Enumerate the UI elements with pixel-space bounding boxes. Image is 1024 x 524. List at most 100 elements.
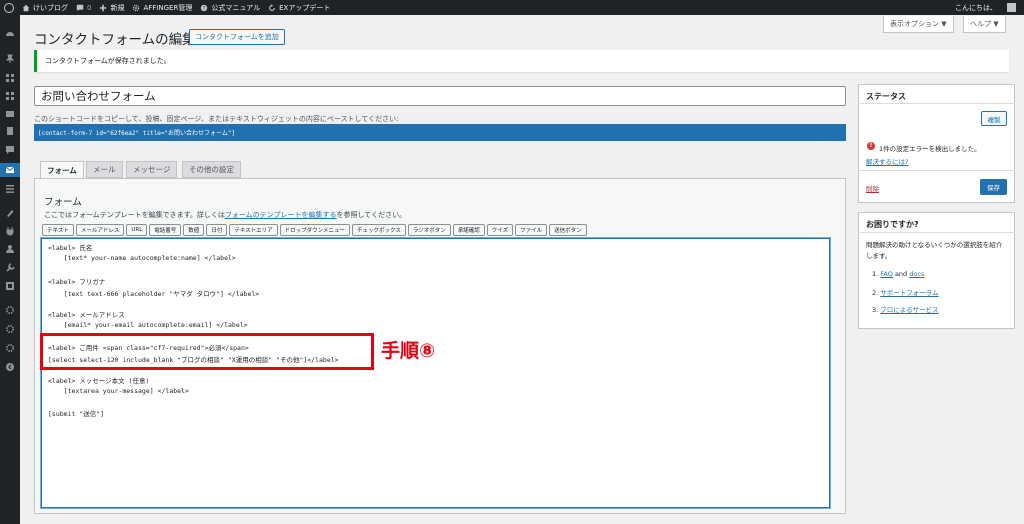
- affinger-gear-icon[interactable]: [5, 305, 15, 315]
- tag-button-acceptance[interactable]: 承諾確認: [452, 224, 485, 236]
- greeting[interactable]: こんにちは、: [951, 0, 1001, 15]
- tag-button-number[interactable]: 数値: [183, 224, 205, 236]
- notice-text: コンタクトフォームが保存されました。: [45, 57, 171, 65]
- collapse-menu-icon[interactable]: [5, 362, 15, 372]
- tag-button-text[interactable]: テキスト: [42, 224, 74, 236]
- blocks-icon[interactable]: [5, 91, 15, 101]
- settings-icon[interactable]: [5, 281, 15, 291]
- mail-icon[interactable]: [5, 165, 15, 175]
- add-contact-form-button[interactable]: コンタクトフォームを追加: [189, 29, 285, 45]
- comment-icon: [76, 4, 84, 11]
- help-item-1: 1. FAQ and docs: [872, 270, 924, 278]
- refresh-icon: [269, 3, 276, 11]
- pin-icon[interactable]: [5, 54, 15, 64]
- tag-button-radio[interactable]: ラジオボタン: [407, 224, 451, 236]
- affinger-menu[interactable]: AFFINGER管理: [128, 0, 196, 15]
- gear-icon: [133, 4, 140, 11]
- update-menu[interactable]: EXアップデート: [264, 0, 334, 15]
- home-icon: [22, 4, 30, 11]
- support-forum-link[interactable]: サポートフォーラム: [880, 289, 938, 297]
- help-description: 問題解決の助けとなるいくつかの選択肢を紹介します。: [866, 241, 1003, 260]
- help-title: お困りですか?: [866, 220, 919, 229]
- editor-line: [textarea your-message] </label>: [48, 387, 189, 395]
- media-icon[interactable]: [5, 109, 15, 119]
- tools-icon[interactable]: [5, 263, 15, 273]
- divider: [858, 103, 1015, 104]
- panel-description: ここではフォームテンプレートを編集できます。詳しくはフォームのテンプレートを編集…: [44, 210, 406, 220]
- gear-extra-icon[interactable]: [5, 343, 15, 353]
- dashboard-icon[interactable]: [5, 29, 15, 39]
- form-template-editor[interactable]: <label> 氏名 [text* your-name autocomplete…: [41, 238, 830, 508]
- tag-button-date[interactable]: 日付: [206, 224, 228, 236]
- manual-label: 公式マニュアル: [211, 3, 261, 12]
- tag-button-dropdown[interactable]: ドロップダウンメニュー: [279, 224, 351, 236]
- highlight-box: [40, 333, 374, 370]
- help-item-2: 2. サポートフォーラム: [872, 287, 939, 297]
- grid-icon[interactable]: [5, 73, 15, 83]
- docs-link[interactable]: docs: [909, 270, 924, 278]
- gear-settings-icon[interactable]: [5, 324, 15, 334]
- tag-generator-toolbar: テキスト メールアドレス URL 電話番号 数値 日付 テキストエリア ドロップ…: [42, 224, 587, 236]
- tag-button-checkbox[interactable]: チェックボックス: [352, 224, 406, 236]
- comments-sidebar-icon[interactable]: [5, 145, 15, 155]
- screen-options-button[interactable]: 表示オプション ▼: [883, 16, 954, 33]
- template-edit-link[interactable]: フォームのテンプレートを編集する: [225, 211, 337, 219]
- help-item-number: 1.: [872, 270, 879, 278]
- pro-services-link[interactable]: プロによるサービス: [880, 306, 938, 314]
- pages-icon[interactable]: [5, 126, 15, 136]
- update-label: EXアップデート: [279, 3, 331, 12]
- tag-button-url[interactable]: URL: [126, 224, 148, 236]
- help-item-number: 2.: [872, 289, 879, 297]
- and-text: and: [894, 270, 908, 278]
- editor-line: <label> フリガナ: [48, 278, 106, 286]
- page-title: コンタクトフォームの編集: [34, 32, 196, 48]
- faq-link[interactable]: FAQ: [880, 270, 893, 278]
- comments-count: 0: [87, 3, 92, 12]
- editor-line: [submit "送信"]: [48, 410, 105, 418]
- tag-button-quiz[interactable]: クイズ: [486, 224, 514, 236]
- status-title: ステータス: [866, 92, 906, 101]
- tag-button-textarea[interactable]: テキストエリア: [229, 224, 278, 236]
- manual-menu[interactable]: ? 公式マニュアル: [196, 0, 264, 15]
- new-content-menu[interactable]: 新規: [95, 0, 128, 15]
- avatar[interactable]: [1007, 3, 1016, 12]
- duplicate-button[interactable]: 複製: [981, 111, 1007, 126]
- users-icon[interactable]: [5, 244, 15, 254]
- tab-form[interactable]: フォーム: [40, 161, 84, 179]
- divider: [858, 170, 1015, 171]
- help-circle-icon: ?: [201, 4, 208, 12]
- save-button[interactable]: 保存: [980, 179, 1007, 195]
- help-item-3: 3. プロによるサービス: [872, 304, 939, 314]
- tag-button-submit[interactable]: 送信ボタン: [549, 224, 587, 236]
- panel-desc-after: を参照してください。: [336, 211, 407, 219]
- plugins-icon[interactable]: [5, 226, 15, 236]
- site-name-menu[interactable]: けいブログ: [18, 0, 72, 15]
- fix-link[interactable]: 解決するには?: [866, 156, 908, 166]
- tab-messages[interactable]: メッセージ: [126, 161, 178, 178]
- affinger-label: AFFINGER管理: [143, 3, 193, 12]
- editor-line: <label> 氏名: [48, 244, 93, 252]
- admin-bar: けいブログ 0 新規 AFFINGER管理 ? 公式マニュアル EXアップデート…: [0, 0, 1024, 15]
- tag-button-file[interactable]: ファイル: [515, 224, 548, 236]
- appearance-icon[interactable]: [5, 208, 15, 218]
- tag-button-email[interactable]: メールアドレス: [75, 224, 125, 236]
- panel-desc-before: ここではフォームテンプレートを編集できます。詳しくは: [44, 211, 225, 219]
- wordpress-logo-icon[interactable]: [4, 2, 14, 13]
- new-label: 新規: [110, 3, 125, 12]
- success-notice: コンタクトフォームが保存されました。: [34, 50, 1009, 72]
- editor-line: <label> メールアドレス: [48, 311, 125, 319]
- editor-line: [email* your-email autocomplete:email] <…: [48, 321, 248, 329]
- divider: [858, 232, 1015, 233]
- shortcode-description: このショートコードをコピーして、投稿、固定ページ、またはテキストウィジェットの内…: [34, 115, 399, 123]
- form-title-input[interactable]: お問い合わせフォーム: [34, 86, 846, 106]
- shortcode-field[interactable]: [contact-form-7 id="62f6ea2" title="お問い合…: [34, 124, 846, 141]
- plus-icon: [100, 4, 107, 11]
- help-button[interactable]: ヘルプ ▼: [963, 16, 1006, 33]
- list-icon[interactable]: [5, 184, 15, 194]
- tag-button-tel[interactable]: 電話番号: [149, 224, 182, 236]
- tab-additional-settings[interactable]: その他の設定: [182, 161, 241, 178]
- delete-link[interactable]: 削除: [866, 183, 879, 193]
- comments-menu[interactable]: 0: [72, 0, 95, 15]
- step-annotation: 手順⑧: [381, 340, 436, 362]
- tab-mail[interactable]: メール: [86, 161, 123, 178]
